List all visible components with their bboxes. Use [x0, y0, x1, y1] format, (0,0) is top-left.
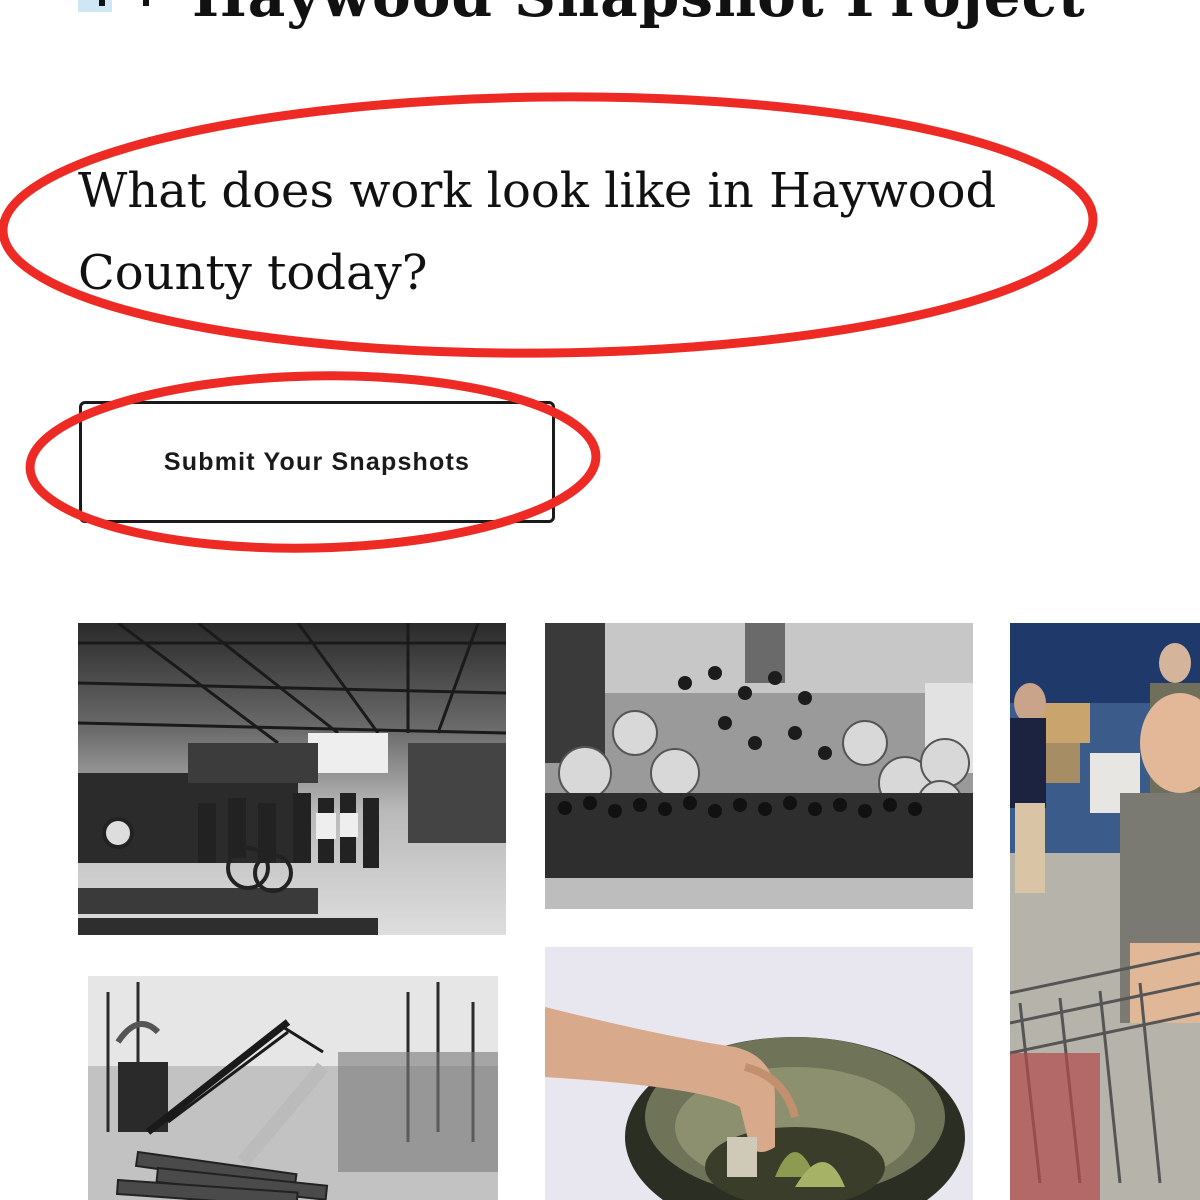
submit-snapshots-button[interactable]: Submit Your Snapshots — [79, 401, 555, 523]
site-title[interactable]: Haywood Snapshot Project — [192, 0, 1086, 34]
warehouse-volunteers-photo[interactable] — [1010, 623, 1200, 1200]
factory-workers-photo[interactable] — [78, 623, 506, 935]
intro-heading: What does work look like in Haywood Coun… — [78, 163, 997, 301]
log-pile-crowd-photo[interactable] — [545, 623, 973, 909]
page: Haywood Snapshot Project What does work … — [0, 0, 1200, 1200]
camera-frame-icon[interactable] — [78, 0, 150, 26]
hands-in-pot-photo[interactable] — [545, 947, 973, 1200]
logging-crane-photo[interactable] — [78, 972, 506, 1200]
site-header: Haywood Snapshot Project — [0, 0, 1200, 38]
